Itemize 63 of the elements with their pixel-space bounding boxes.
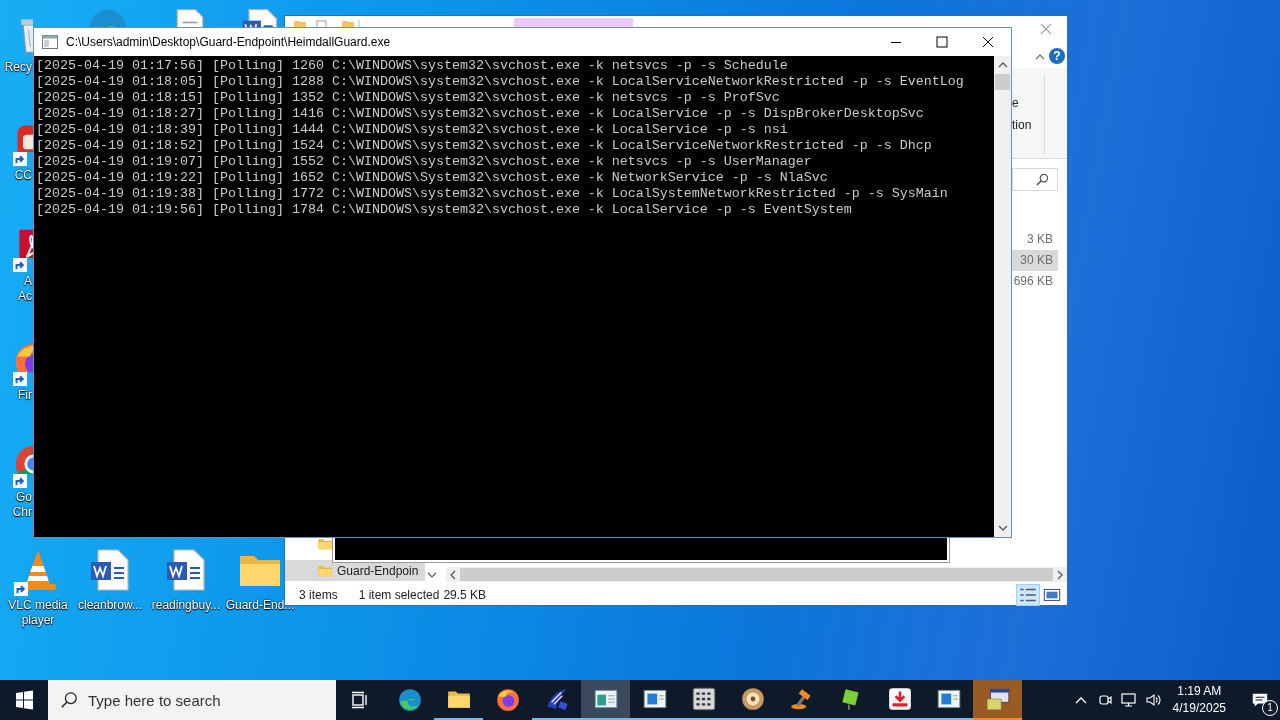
log-line: [2025-04-19 01:18:27] [Polling] 1416 C:\WINDOWS\system32\svchost.exe -k LocalService -p -s DispBrokerDesktopSvc: [36, 106, 925, 122]
scrollbar-thumb[interactable]: [995, 74, 1010, 90]
clock-time: 1:19 AM: [1177, 683, 1222, 700]
scroll-left-icon[interactable]: [450, 569, 456, 580]
clock-date: 4/19/2025: [1172, 700, 1226, 717]
status-text: 1 item selected: [358, 588, 440, 602]
browser-icon: [494, 687, 521, 713]
console-icon: [42, 35, 58, 49]
scroll-right-icon[interactable]: [1057, 569, 1063, 580]
file-size-cell-text: 3 KB: [1026, 231, 1054, 248]
window-title: C:\Users\admin\Desktop\Guard-Endpoint\HeimdallGuard.exe: [66, 35, 392, 49]
log-line: [2025-04-19 01:18:52] [Polling] 1524 C:\WINDOWS\system32\svchost.exe -k LocalServiceNetworkRestricted -p -s Dhcp: [36, 138, 933, 154]
clock[interactable]: 1:19 AM 4/19/2025: [1172, 683, 1226, 717]
icon-label[interactable]: Chr: [12, 505, 33, 520]
notification-count: 1: [1262, 700, 1278, 716]
icon-label[interactable]: Fir: [18, 388, 33, 403]
log-line: [2025-04-19 01:19:22] [Polling] 1652 C:\WINDOWS\System32\svchost.exe -k NetworkService -p -s NlaSvc: [36, 170, 829, 186]
status-text: 29.5 KB: [443, 588, 487, 602]
log-line: [2025-04-19 01:18:05] [Polling] 1288 C:\WINDOWS\system32\svchost.exe -k LocalServiceNetworkRestricted -p -s EventLog: [36, 74, 965, 90]
search-field[interactable]: [1012, 168, 1058, 191]
icon-label[interactable]: CC: [14, 168, 33, 183]
details-view-icon[interactable]: [1017, 585, 1039, 605]
log-line: [2025-04-19 01:17:56] [Polling] 1260 C:\WINDOWS\system32\svchost.exe -k netsvcs -p -s Schedule: [36, 58, 789, 74]
scrollbar-thumb[interactable]: [460, 568, 1053, 581]
log-line: [2025-04-19 01:18:39] [Polling] 1444 C:\WINDOWS\system32\svchost.exe -k LocalService -p -s nsi: [36, 122, 789, 138]
ribbon-label[interactable]: e: [1012, 96, 1019, 110]
notifications-icon[interactable]: [1251, 691, 1269, 709]
camera-icon[interactable]: [1096, 692, 1113, 708]
log-line: [2025-04-19 01:19:56] [Polling] 1784 C:\WINDOWS\system32\svchost.exe -k LocalService -p -s EventSystem: [36, 202, 853, 218]
download-icon: [886, 686, 913, 712]
file-size-cell-text: 696 KB: [1012, 273, 1054, 290]
search-icon: [60, 691, 78, 709]
taskbar-search-field[interactable]: Type here to search: [48, 680, 336, 720]
caret-icon[interactable]: [427, 572, 437, 578]
search-icon: [1036, 173, 1049, 186]
browser-icon: [396, 687, 423, 713]
taskbar-app-button[interactable]: [973, 680, 1022, 720]
volume-icon[interactable]: [1144, 692, 1161, 708]
disc-icon: [739, 686, 766, 712]
file-size-cell: 30 KB: [1010, 250, 1058, 271]
ribbon-label[interactable]: tion: [1012, 118, 1032, 132]
icon-label[interactable]: Recy: [4, 60, 33, 75]
taskbar-app-button[interactable]: [581, 680, 630, 720]
scroll-down-icon[interactable]: [997, 525, 1008, 531]
close-icon[interactable]: [1040, 23, 1052, 35]
folder-icon: [317, 536, 333, 552]
installer-icon: [984, 686, 1011, 712]
icon-label[interactable]: A: [24, 274, 33, 289]
log-line: [2025-04-19 01:19:07] [Polling] 1552 C:\WINDOWS\system32\svchost.exe -k netsvcs -p -s UserManager: [36, 154, 813, 170]
log-line: [2025-04-19 01:19:38] [Polling] 1772 C:\WINDOWS\system32\svchost.exe -k LocalSystemNetworkRestricted -p -s SysMain: [36, 186, 949, 202]
network-icon[interactable]: [1120, 692, 1137, 708]
app-icon: [690, 686, 717, 712]
icon-label[interactable]: Guard-End...: [222, 598, 298, 613]
log-line: [2025-04-19 01:18:15] [Polling] 1352 C:\WINDOWS\system32\svchost.exe -k netsvcs -p -s ProfSvc: [36, 90, 781, 106]
icon-label[interactable]: Go: [16, 490, 33, 505]
status-text: 3 items: [299, 588, 338, 602]
search-placeholder: Type here to search: [88, 691, 221, 709]
task-view-icon[interactable]: [350, 690, 370, 710]
help-button[interactable]: ?: [1049, 48, 1065, 64]
icon-label[interactable]: Ac: [18, 289, 33, 304]
caret-icon[interactable]: [1035, 54, 1045, 60]
icon-label[interactable]: readingbuy...: [148, 598, 224, 613]
scroll-up-icon[interactable]: [997, 62, 1008, 68]
